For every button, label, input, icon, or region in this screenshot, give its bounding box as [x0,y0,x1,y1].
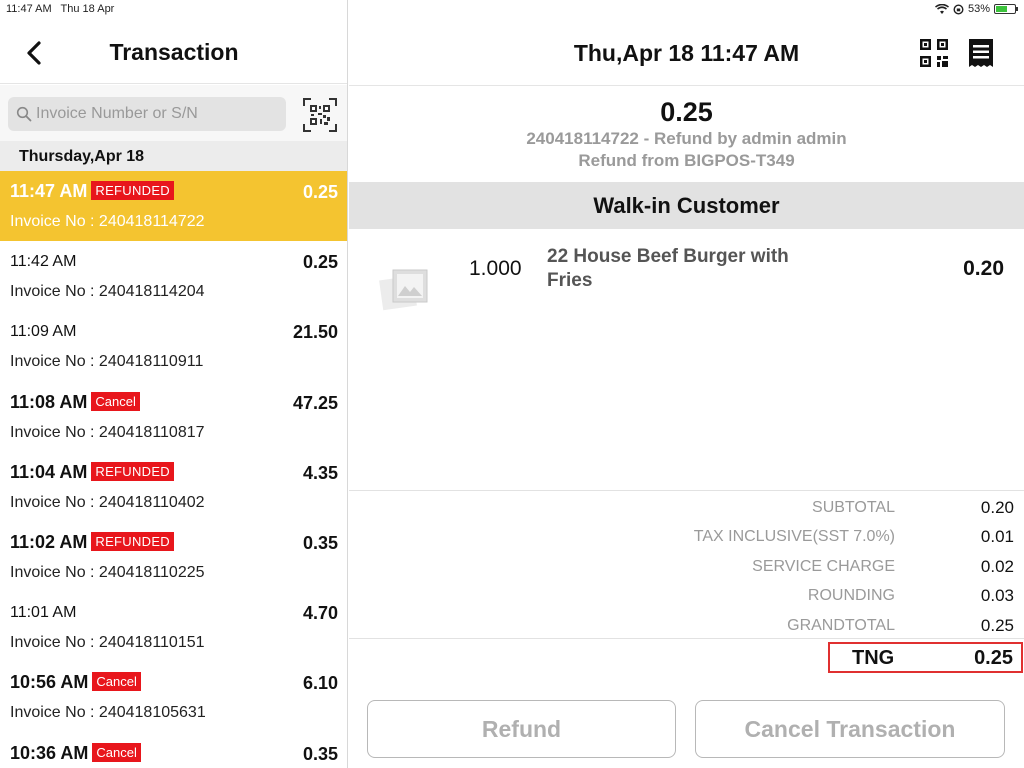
tax-row: TAX INCLUSIVE(SST 7.0%) 0.01 [349,520,1024,549]
transaction-row[interactable]: 11:42 AM 0.25 Invoice No : 240418114204 [0,241,347,311]
search-row [0,85,347,141]
totals-value: 0.03 [980,586,1014,606]
transaction-amount: 4.35 [302,462,338,483]
invoice-number: Invoice No : 240418110911 [10,353,204,371]
invoice-number: Invoice No : 240418110151 [10,634,205,652]
transaction-list: 11:47 AM REFUNDED 0.25 Invoice No : 24041… [0,171,347,768]
qr-code-icon [920,39,948,67]
transaction-amount: 47.25 [292,392,338,413]
totals-value: 0.25 [980,615,1014,635]
transaction-amount: 0.25 [302,182,338,202]
transaction-amount: 0.35 [302,743,338,764]
transaction-amount: 4.70 [302,603,338,624]
transaction-time: 11:01 AM [10,604,77,622]
status-badge: Cancel [92,672,141,692]
transaction-row[interactable]: 11:02 AM REFUNDED 0.35 Invoice No : 24041… [0,522,347,592]
cancel-transaction-button[interactable]: Cancel Transaction [695,700,1005,758]
payment-method: TNG [852,647,895,669]
transaction-time: 10:56 AM [10,672,89,693]
page-title: Transaction [109,39,239,65]
invoice-number: Invoice No : 240418110817 [10,423,205,441]
invoice-number: Invoice No : 240418114204 [10,283,205,301]
left-header: Transaction [0,20,347,84]
totals-label: SERVICE CHARGE [752,557,895,575]
transaction-time: 11:47 AM [10,181,88,201]
invoice-number: Invoice No : 240418114722 [10,213,205,230]
line-item: 1.000 22 House Beef Burger with Fries 0.… [349,240,1024,320]
transaction-time: 10:36 AM [10,742,89,763]
invoice-number: Invoice No : 240418110402 [10,493,205,511]
transaction-total: 0.25 [660,97,713,127]
transaction-row[interactable]: 11:04 AM REFUNDED 4.35 Invoice No : 24041… [0,452,347,522]
transaction-time: 11:42 AM [10,253,77,271]
qr-code-button[interactable] [919,38,949,68]
receipt-icon [969,39,993,67]
date-section-header: Thursday,Apr 18 [0,141,347,171]
payment-highlight: TNG 0.25 [828,642,1023,673]
transaction-row[interactable]: 11:01 AM 4.70 Invoice No : 240418110151 [0,592,347,662]
totals-label: ROUNDING [807,587,895,605]
receipt-button[interactable] [967,38,995,68]
status-badge: REFUNDED [91,531,174,551]
image-placeholder-icon [379,266,431,312]
transaction-time: 11:09 AM [10,323,77,341]
refund-detail: 240418114722 - Refund by admin admin [526,129,847,148]
status-badge: Cancel [91,391,140,411]
transaction-amount: 21.50 [292,322,338,343]
search-input[interactable] [36,105,286,123]
totals-label: TAX INCLUSIVE(SST 7.0%) [693,528,895,546]
transaction-time: 11:08 AM [10,391,88,412]
transaction-row[interactable]: 11:09 AM 21.50 Invoice No : 240418110911 [0,311,347,381]
refund-source: Refund from BIGPOS-T349 [578,151,795,170]
invoice-number: Invoice No : 240418110225 [10,563,205,581]
item-quantity: 1.000 [469,257,522,280]
transaction-amount: 6.10 [302,673,338,694]
status-badge: Cancel [92,742,141,762]
customer-name: Walk-in Customer [349,182,1024,229]
grandtotal-row: GRANDTOTAL 0.25 [349,609,1024,638]
search-icon [16,106,32,122]
search-box[interactable] [8,97,286,131]
refund-button[interactable]: Refund [367,700,676,758]
status-badge: REFUNDED [91,181,174,200]
transaction-time: 11:02 AM [10,531,88,552]
totals-value: 0.02 [980,556,1014,576]
transaction-row[interactable]: 11:47 AM REFUNDED 0.25 Invoice No : 24041… [0,171,347,242]
totals-section: SUBTOTAL 0.20 TAX INCLUSIVE(SST 7.0%) 0.… [349,490,1024,638]
status-badge: REFUNDED [91,461,174,481]
transaction-detail-pane: Thu,Apr 18 11:47 AM 0.25 240418114722 - … [349,0,1024,768]
transaction-summary: 0.25 240418114722 - Refund by admin admi… [349,86,1024,182]
subtotal-row: SUBTOTAL 0.20 [349,491,1024,520]
rounding-row: ROUNDING 0.03 [349,579,1024,608]
qr-scan-icon [303,98,337,132]
payment-amount: 0.25 [974,647,1013,669]
transaction-amount: 0.35 [302,532,338,553]
item-name: 22 House Beef Burger with Fries [547,246,789,291]
transaction-row[interactable]: 10:36 AM Cancel 0.35 [0,733,347,768]
totals-value: 0.20 [980,498,1014,517]
right-header: Thu,Apr 18 11:47 AM [349,20,1024,86]
totals-label: GRANDTOTAL [787,616,895,634]
scan-qr-button[interactable] [302,97,338,133]
transaction-time: 11:04 AM [10,461,88,482]
totals-label: SUBTOTAL [812,499,895,516]
service-charge-row: SERVICE CHARGE 0.02 [349,550,1024,579]
invoice-number: Invoice No : 240418105631 [10,704,206,722]
transaction-row[interactable]: 10:56 AM Cancel 6.10 Invoice No : 2404181… [0,662,347,732]
transaction-list-pane: Transaction Thursday,Apr 18 11:47 AMREFU… [0,0,348,768]
totals-value: 0.01 [980,527,1014,547]
transaction-row[interactable]: 11:08 AM Cancel 47.25 Invoice No : 240418… [0,382,347,452]
transaction-amount: 0.25 [302,252,338,273]
payment-row: TNG 0.25 [349,638,1024,678]
item-price: 0.20 [963,257,1004,280]
